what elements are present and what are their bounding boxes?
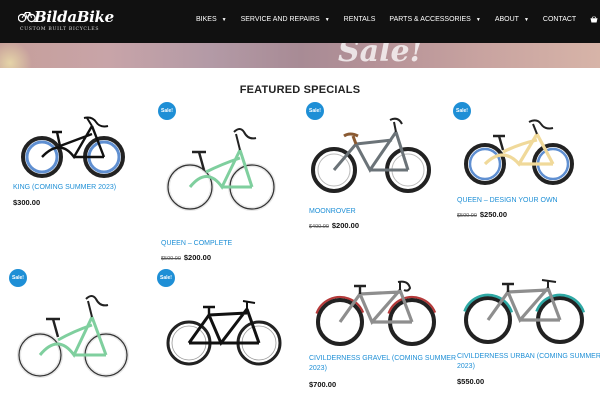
cruiser-bike-mint-image <box>166 128 276 211</box>
sale-badge: Sale! <box>9 269 27 287</box>
product-name-continued[interactable]: 2023) <box>309 364 327 374</box>
product-price: $700.00 <box>309 380 336 389</box>
product-name[interactable]: MOONROVER <box>309 207 356 217</box>
product-price: $300.00 <box>13 198 40 207</box>
nav-item-label: CONTACT <box>542 16 577 23</box>
product-price-old: $400.00 <box>309 224 329 230</box>
gravel-bike-red-image <box>313 280 439 349</box>
product-price-current: $200.00 <box>331 221 360 230</box>
product-price: $400.00 $200.00 <box>309 221 359 230</box>
product-image[interactable] <box>14 291 134 379</box>
brand-tagline: CUSTOM BUILT BICYCLES <box>20 27 100 32</box>
nav-item-label: ABOUT <box>494 16 519 23</box>
cruiser-bike-mint-image <box>17 295 129 378</box>
nav-item-rentals[interactable]: RENTALS <box>344 16 376 23</box>
nav-item-label: SERVICE AND REPAIRS <box>240 16 320 23</box>
banner-decoration <box>0 43 40 68</box>
product-price: $500.00 $200.00 <box>161 253 211 262</box>
urban-bike-teal-image <box>461 279 587 347</box>
banner-sale-text: Sale! <box>338 43 423 68</box>
product-name[interactable]: QUEEN – COMPLETE <box>161 239 232 249</box>
product-image[interactable] <box>310 110 434 198</box>
product-price-current: $250.00 <box>479 210 508 219</box>
chevron-down-icon: ▼ <box>475 16 481 23</box>
chevron-down-icon: ▼ <box>523 16 529 23</box>
main-nav: BIKES ▼ SERVICE AND REPAIRS ▼ RENTALS PART… <box>196 16 600 23</box>
cruiser-bike-cream-image <box>464 119 574 185</box>
product-image[interactable] <box>163 295 287 369</box>
nav-item-service-and-repairs[interactable]: SERVICE AND REPAIRS ▼ <box>241 16 330 23</box>
brand-name: BildaBike <box>34 8 114 26</box>
product-name[interactable]: CIVILDERNESS URBAN (COMING SUMMER <box>457 352 600 362</box>
chevron-down-icon: ▼ <box>221 16 227 23</box>
basket-icon <box>590 16 598 23</box>
product-image[interactable] <box>312 274 440 350</box>
product-price-old: $500.00 <box>161 256 181 262</box>
nav-item-bikes[interactable]: BIKES ▼ <box>196 16 227 23</box>
product-price-old: $500.00 <box>457 213 477 219</box>
product-name[interactable]: KING (COMING SUMMER 2023) <box>13 183 116 193</box>
product-name-continued[interactable]: 2023) <box>457 362 475 372</box>
product-image[interactable] <box>12 104 132 178</box>
city-bike-grey-image <box>311 117 431 193</box>
product-price: $500.00 $250.00 <box>457 210 507 219</box>
product-price: $550.00 <box>457 377 484 386</box>
section-title: FEATURED SPECIALS <box>239 84 361 96</box>
nav-item-contact[interactable]: CONTACT <box>543 16 576 23</box>
product-price-current: $550.00 <box>457 377 485 386</box>
page: BildaBike CUSTOM BUILT BICYCLES BIKES ▼ S… <box>0 0 600 400</box>
hybrid-bike-black-image <box>166 300 282 366</box>
sale-badge: Sale! <box>157 269 175 287</box>
product-image[interactable] <box>162 122 280 214</box>
sale-badge: Sale! <box>306 102 324 120</box>
cruiser-bike-black-image <box>21 116 125 178</box>
nav-item-about[interactable]: ABOUT ▼ <box>495 16 529 23</box>
nav-item-label: BIKES <box>196 16 217 23</box>
product-price-current: $300.00 <box>13 198 41 207</box>
product-name[interactable]: QUEEN – DESIGN YOUR OWN <box>457 196 558 206</box>
nav-item-label: PARTS & ACCESSORIES <box>389 16 471 23</box>
sale-badge: Sale! <box>453 102 471 120</box>
nav-item-label: RENTALS <box>343 16 376 23</box>
product-name[interactable]: CIVILDERNESS GRAVEL (COMING SUMMER <box>309 354 456 364</box>
hero-banner: Sale! <box>0 43 600 68</box>
product-price-current: $200.00 <box>183 253 212 262</box>
product-image[interactable] <box>457 114 583 188</box>
site-header: BildaBike CUSTOM BUILT BICYCLES BIKES ▼ S… <box>0 0 600 43</box>
nav-item-parts-accessories[interactable]: PARTS & ACCESSORIES ▼ <box>389 16 480 23</box>
product-price-current: $700.00 <box>309 380 337 389</box>
chevron-down-icon: ▼ <box>324 16 330 23</box>
site-logo[interactable]: BildaBike CUSTOM BUILT BICYCLES <box>18 8 114 36</box>
product-image[interactable] <box>460 274 588 350</box>
cart-button[interactable]: 0 <box>590 16 600 23</box>
sale-badge: Sale! <box>158 102 176 120</box>
